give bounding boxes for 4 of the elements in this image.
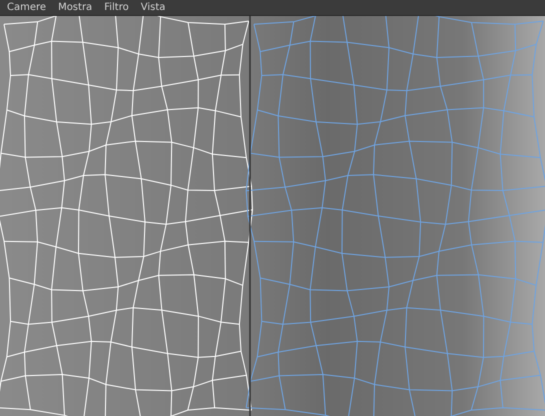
menu-item[interactable]: Vista	[136, 0, 170, 14]
menu-item[interactable]: Filtro	[99, 0, 134, 14]
menu-item[interactable]: Mostra	[53, 0, 98, 14]
menu-item[interactable]: Camere	[2, 0, 52, 14]
